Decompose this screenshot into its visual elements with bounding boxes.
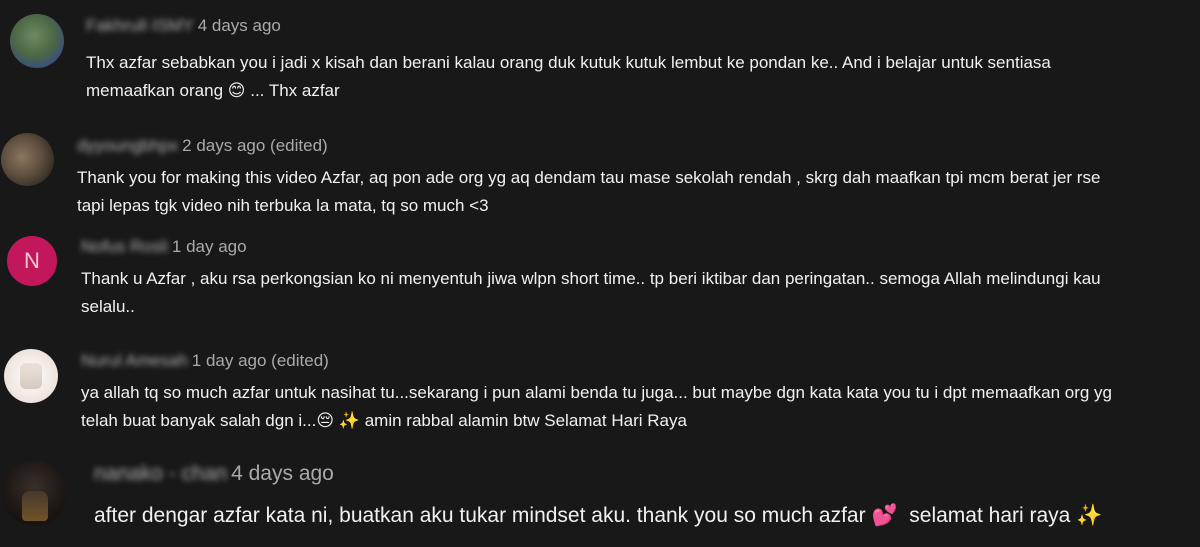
timestamp[interactable]: 4 days ago bbox=[231, 462, 334, 485]
comment-line: after dengar azfar kata ni, buatkan aku … bbox=[94, 500, 1102, 531]
comment-line: Thx azfar sebabkan you i jadi x kisah da… bbox=[86, 53, 1051, 72]
avatar[interactable]: N bbox=[7, 236, 57, 286]
author-name[interactable]: Nurul Amesah bbox=[81, 351, 188, 371]
comment-line-text: ... Thx azfar bbox=[250, 81, 340, 100]
comment-line-text: after dengar azfar kata ni, buatkan aku … bbox=[94, 504, 866, 527]
comment-line: selalu.. bbox=[81, 297, 135, 316]
timestamp[interactable]: 1 day ago (edited) bbox=[192, 351, 329, 370]
sparkles-emoji-icon: ✨ bbox=[1076, 503, 1103, 527]
comment-line: Thank you for making this video Azfar, a… bbox=[77, 168, 1101, 187]
comment-meta: dyyoungbhpx 2 days ago (edited) bbox=[77, 136, 328, 156]
comment-text: after dengar azfar kata ni, buatkan aku … bbox=[94, 500, 1102, 531]
comment-text: Thank you for making this video Azfar, a… bbox=[77, 164, 1100, 220]
pensive-face-emoji-icon: 😔 bbox=[316, 411, 335, 431]
avatar-letter: N bbox=[24, 248, 40, 273]
avatar[interactable] bbox=[2, 461, 67, 526]
avatar[interactable] bbox=[10, 14, 64, 68]
comment-line-text: selamat hari raya bbox=[909, 504, 1071, 527]
comment-meta: Nurul Amesah 1 day ago (edited) bbox=[81, 351, 329, 371]
comment-line-text: memaafkan orang bbox=[86, 81, 224, 100]
comment-line-text: telah buat banyak salah dgn i... bbox=[81, 411, 317, 430]
comment-line-text: amin rabbal alamin btw Selamat Hari Raya bbox=[364, 411, 687, 430]
author-name[interactable]: dyyoungbhpx bbox=[77, 136, 178, 156]
avatar[interactable] bbox=[4, 349, 58, 403]
comment-meta: Fakhrull·ISMY 4 days ago bbox=[86, 16, 281, 36]
comment-line: memaafkan orang 😊 ... Thx azfar bbox=[86, 77, 1051, 105]
comment-line: ya allah tq so much azfar untuk nasihat … bbox=[81, 383, 1113, 402]
comment-line: Thank u Azfar , aku rsa perkongsian ko n… bbox=[81, 269, 1101, 288]
comment-line: tapi lepas tgk video nih terbuka la mata… bbox=[77, 196, 489, 215]
comment-text: Thank u Azfar , aku rsa perkongsian ko n… bbox=[81, 265, 1101, 321]
author-name[interactable]: Fakhrull·ISMY bbox=[86, 16, 194, 36]
avatar-figure bbox=[20, 363, 42, 389]
avatar-figure bbox=[22, 491, 48, 521]
comment-text: ya allah tq so much azfar untuk nasihat … bbox=[81, 379, 1112, 435]
two-hearts-emoji-icon: 💕 bbox=[871, 503, 898, 527]
avatar[interactable] bbox=[1, 133, 54, 186]
sparkles-emoji-icon: ✨ bbox=[338, 411, 360, 431]
comment-text: Thx azfar sebabkan you i jadi x kisah da… bbox=[86, 49, 1051, 105]
author-name[interactable]: nanako - chan bbox=[94, 462, 227, 486]
comment-meta: nanako - chan 4 days ago bbox=[94, 462, 334, 486]
smiling-face-emoji-icon: 😊 bbox=[227, 81, 246, 101]
timestamp[interactable]: 1 day ago bbox=[172, 237, 247, 256]
comment-meta: Nofus Rosli 1 day ago bbox=[81, 237, 247, 257]
author-name[interactable]: Nofus Rosli bbox=[81, 237, 168, 257]
timestamp[interactable]: 4 days ago bbox=[198, 16, 281, 35]
timestamp[interactable]: 2 days ago (edited) bbox=[182, 136, 328, 155]
comment-line: telah buat banyak salah dgn i...😔 ✨ amin… bbox=[81, 407, 1112, 435]
